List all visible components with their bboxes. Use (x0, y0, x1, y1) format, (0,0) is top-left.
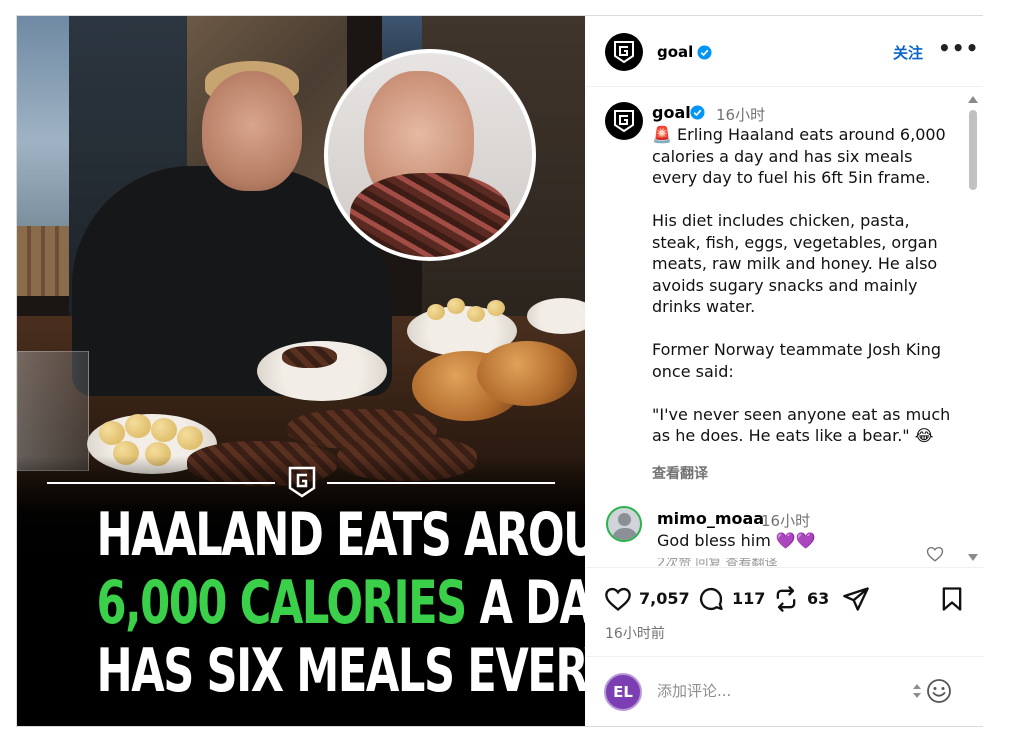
add-comment-input[interactable] (657, 682, 897, 700)
comment-text: God bless him 💜💜 (657, 531, 816, 550)
post-card: HAALAND EATS AROUND 6,000 CALORIES A DAY… (16, 15, 983, 727)
scroll-up-arrow-icon[interactable] (968, 96, 978, 103)
caption-time: 16小时 (716, 106, 766, 124)
account-username[interactable]: goal (657, 43, 693, 61)
comment-meta-clipped: 2次赞 回复 查看翻译 (657, 558, 778, 566)
sort-arrows-icon[interactable] (911, 681, 923, 701)
see-translation-link[interactable]: 查看翻译 (652, 463, 708, 483)
caption-username[interactable]: goal (652, 103, 691, 122)
emoji-picker-icon[interactable] (926, 678, 952, 704)
headline-line-1: HAALAND EATS AROUND (96, 500, 585, 570)
like-count[interactable]: 7,057 (639, 589, 690, 608)
share-send-icon[interactable] (842, 585, 870, 613)
headline-divider-left (47, 482, 275, 484)
scroll-thumb[interactable] (969, 110, 977, 190)
goal-logo-icon (288, 466, 316, 498)
caption-avatar[interactable] (605, 102, 643, 140)
comment-avatar[interactable] (606, 506, 642, 542)
verified-badge-icon (690, 105, 705, 120)
headline-line-3: HAS SIX MEALS EVERY DAY (96, 636, 585, 706)
account-avatar[interactable] (605, 33, 643, 71)
post-side-panel: goal 关注 ••• goal 16小时 🚨 Erling Haaland e (586, 16, 983, 726)
more-options-button[interactable]: ••• (938, 36, 979, 60)
like-heart-icon[interactable] (604, 585, 632, 613)
add-comment-bar: EL (586, 656, 983, 726)
comment-like-icon[interactable] (926, 545, 944, 563)
post-header: goal 关注 ••• (586, 16, 983, 87)
comments-area[interactable]: goal 16小时 🚨 Erling Haaland eats around 6… (586, 88, 983, 566)
comment-username[interactable]: mimo_moaa (657, 509, 764, 528)
media-headline: HAALAND EATS AROUND 6,000 CALORIES A DAY… (96, 500, 585, 706)
goal-logo-icon (614, 41, 634, 64)
post-image[interactable]: HAALAND EATS AROUND 6,000 CALORIES A DAY… (17, 16, 585, 726)
goal-logo-icon (614, 110, 634, 133)
caption-text: 🚨 Erling Haaland eats around 6,000 calor… (652, 125, 951, 445)
inset-photo-circle (324, 49, 536, 261)
headline-line-2-rest: A DAY AND (479, 568, 585, 638)
action-bar: 7,057 117 63 16小时前 (586, 567, 983, 647)
repost-count[interactable]: 63 (807, 589, 829, 608)
headline-line-2: 6,000 CALORIES A DAY AND (96, 568, 585, 638)
follow-button[interactable]: 关注 (893, 42, 923, 63)
save-bookmark-icon[interactable] (938, 585, 966, 613)
current-user-avatar[interactable]: EL (604, 673, 642, 711)
verified-badge-icon (697, 45, 712, 60)
posted-time: 16小时前 (605, 626, 665, 642)
comment-time: 16小时 (761, 512, 811, 530)
headline-highlight: 6,000 CALORIES (96, 568, 468, 638)
scroll-down-arrow-icon[interactable] (968, 554, 978, 561)
comment-bubble-icon[interactable] (697, 585, 725, 613)
comment-count[interactable]: 117 (732, 589, 765, 608)
headline-divider-right (327, 482, 555, 484)
repost-icon[interactable] (772, 585, 800, 613)
comments-scrollbar[interactable] (968, 96, 980, 564)
